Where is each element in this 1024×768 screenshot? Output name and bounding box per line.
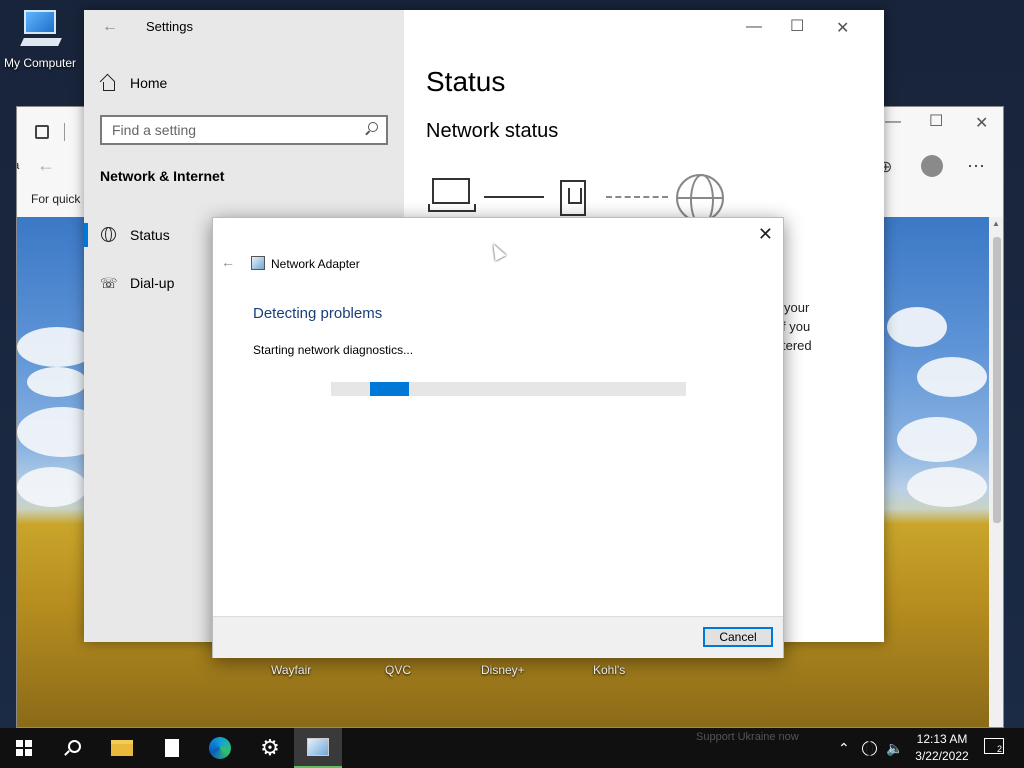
partial-text: Da <box>17 158 19 172</box>
active-indicator <box>84 223 88 247</box>
dialog-heading: Detecting problems <box>253 305 383 322</box>
browser-minimize-icon[interactable]: — <box>885 113 901 131</box>
troubleshooter-dialog: ✕ ← Network Adapter Detecting problems S… <box>212 217 784 658</box>
close-icon[interactable]: ✕ <box>836 18 849 38</box>
search-icon <box>64 740 81 756</box>
clock-date: 3/22/2022 <box>915 749 969 763</box>
more-options-icon[interactable]: ··· <box>967 155 985 176</box>
section-title: Network & Internet <box>100 168 225 184</box>
home-link[interactable]: Home <box>100 75 167 91</box>
scrollbar-thumb[interactable] <box>993 237 1001 523</box>
start-button[interactable] <box>0 728 48 768</box>
taskbar-edge[interactable] <box>196 728 244 768</box>
maximize-icon[interactable]: ☐ <box>790 16 804 36</box>
dialog-footer: Cancel <box>213 616 783 658</box>
dialog-message: Starting network diagnostics... <box>253 343 414 357</box>
taskbar-network-troubleshooter[interactable] <box>294 728 342 768</box>
dialog-title: Network Adapter <box>271 257 360 271</box>
sidebar-item-label: Status <box>130 227 170 243</box>
sidebar-item-label: Dial-up <box>130 275 175 291</box>
network-status-heading: Network status <box>426 120 559 142</box>
search-placeholder: Find a setting <box>112 122 197 138</box>
browser-scrollbar[interactable]: ▲ <box>989 217 1003 727</box>
volume-tray-icon[interactable]: 🔈 <box>886 728 903 768</box>
router-icon <box>560 180 586 216</box>
windows-icon <box>16 740 32 756</box>
page-title: Status <box>426 66 506 97</box>
clock-time: 12:13 AM <box>916 732 968 746</box>
shortcut-link-qvc[interactable]: QVC <box>385 663 411 677</box>
globe-icon <box>100 227 116 243</box>
dialup-icon: ☏ <box>100 275 118 291</box>
taskbar-file-explorer[interactable] <box>98 728 146 768</box>
taskbar-ghost-text: Support Ukraine now <box>696 731 799 743</box>
taskbar-search-button[interactable] <box>48 728 96 768</box>
taskbar-settings[interactable]: ⚙ <box>246 728 294 768</box>
internet-dashed-line <box>606 196 668 198</box>
home-label: Home <box>130 75 168 91</box>
browser-back-icon[interactable]: ← <box>37 155 55 176</box>
toolbar-divider <box>64 123 65 141</box>
network-adapter-icon <box>251 256 265 270</box>
speaker-icon: 🔈 <box>886 739 904 756</box>
taskbar: ⚙ Support Ukraine now ⌃ 🔈 12:13 AM 3/22/… <box>0 728 1024 768</box>
back-arrow-icon[interactable]: ← <box>221 254 235 270</box>
search-icon[interactable] <box>364 122 378 136</box>
home-icon <box>100 75 116 91</box>
internet-globe-icon <box>676 174 724 226</box>
computer-icon <box>18 8 62 52</box>
minimize-icon[interactable]: — <box>746 18 762 36</box>
connection-line <box>484 196 544 198</box>
document-icon <box>165 739 179 757</box>
laptop-icon <box>428 178 476 214</box>
settings-title: Settings <box>146 19 193 34</box>
network-tray-icon[interactable] <box>862 728 877 768</box>
desktop-icon-label: My Computer <box>3 56 77 70</box>
favorites-bar-text: For quick <box>31 192 81 206</box>
browser-close-icon[interactable]: ✕ <box>975 113 988 133</box>
folder-icon <box>111 740 133 756</box>
shortcut-link-disney[interactable]: Disney+ <box>481 663 525 677</box>
partial-text: f you <box>782 319 811 334</box>
progress-fill <box>370 382 410 396</box>
desktop-icon-my-computer[interactable]: My Computer <box>0 6 80 70</box>
browser-maximize-icon[interactable]: ☐ <box>929 111 943 131</box>
shortcut-link-kohls[interactable]: Kohl's <box>593 663 625 677</box>
chevron-up-icon: ⌃ <box>838 739 850 756</box>
partial-text: tered <box>782 338 812 353</box>
notification-count: 2 <box>996 744 1002 754</box>
cancel-button[interactable]: Cancel <box>703 627 773 647</box>
taskbar-notepad[interactable] <box>148 728 196 768</box>
profile-avatar[interactable] <box>921 155 943 177</box>
edge-icon <box>209 737 231 759</box>
gear-icon: ⚙ <box>260 735 280 760</box>
show-hidden-icons[interactable]: ⌃ <box>838 728 850 768</box>
network-adapter-icon <box>307 738 329 756</box>
scroll-up-icon[interactable]: ▲ <box>992 219 1000 228</box>
close-icon[interactable]: ✕ <box>758 224 773 245</box>
progress-bar <box>331 382 686 396</box>
search-settings-input[interactable]: Find a setting <box>100 115 388 145</box>
shortcut-link-wayfair[interactable]: Wayfair <box>271 663 311 677</box>
system-clock[interactable]: 12:13 AM 3/22/2022 <box>904 731 980 765</box>
back-arrow-icon[interactable]: ← <box>102 18 118 36</box>
tab-actions-icon[interactable] <box>35 125 49 139</box>
partial-text: your <box>784 300 810 315</box>
notification-center-icon[interactable]: 2 <box>984 738 1004 754</box>
globe-icon <box>862 740 877 756</box>
